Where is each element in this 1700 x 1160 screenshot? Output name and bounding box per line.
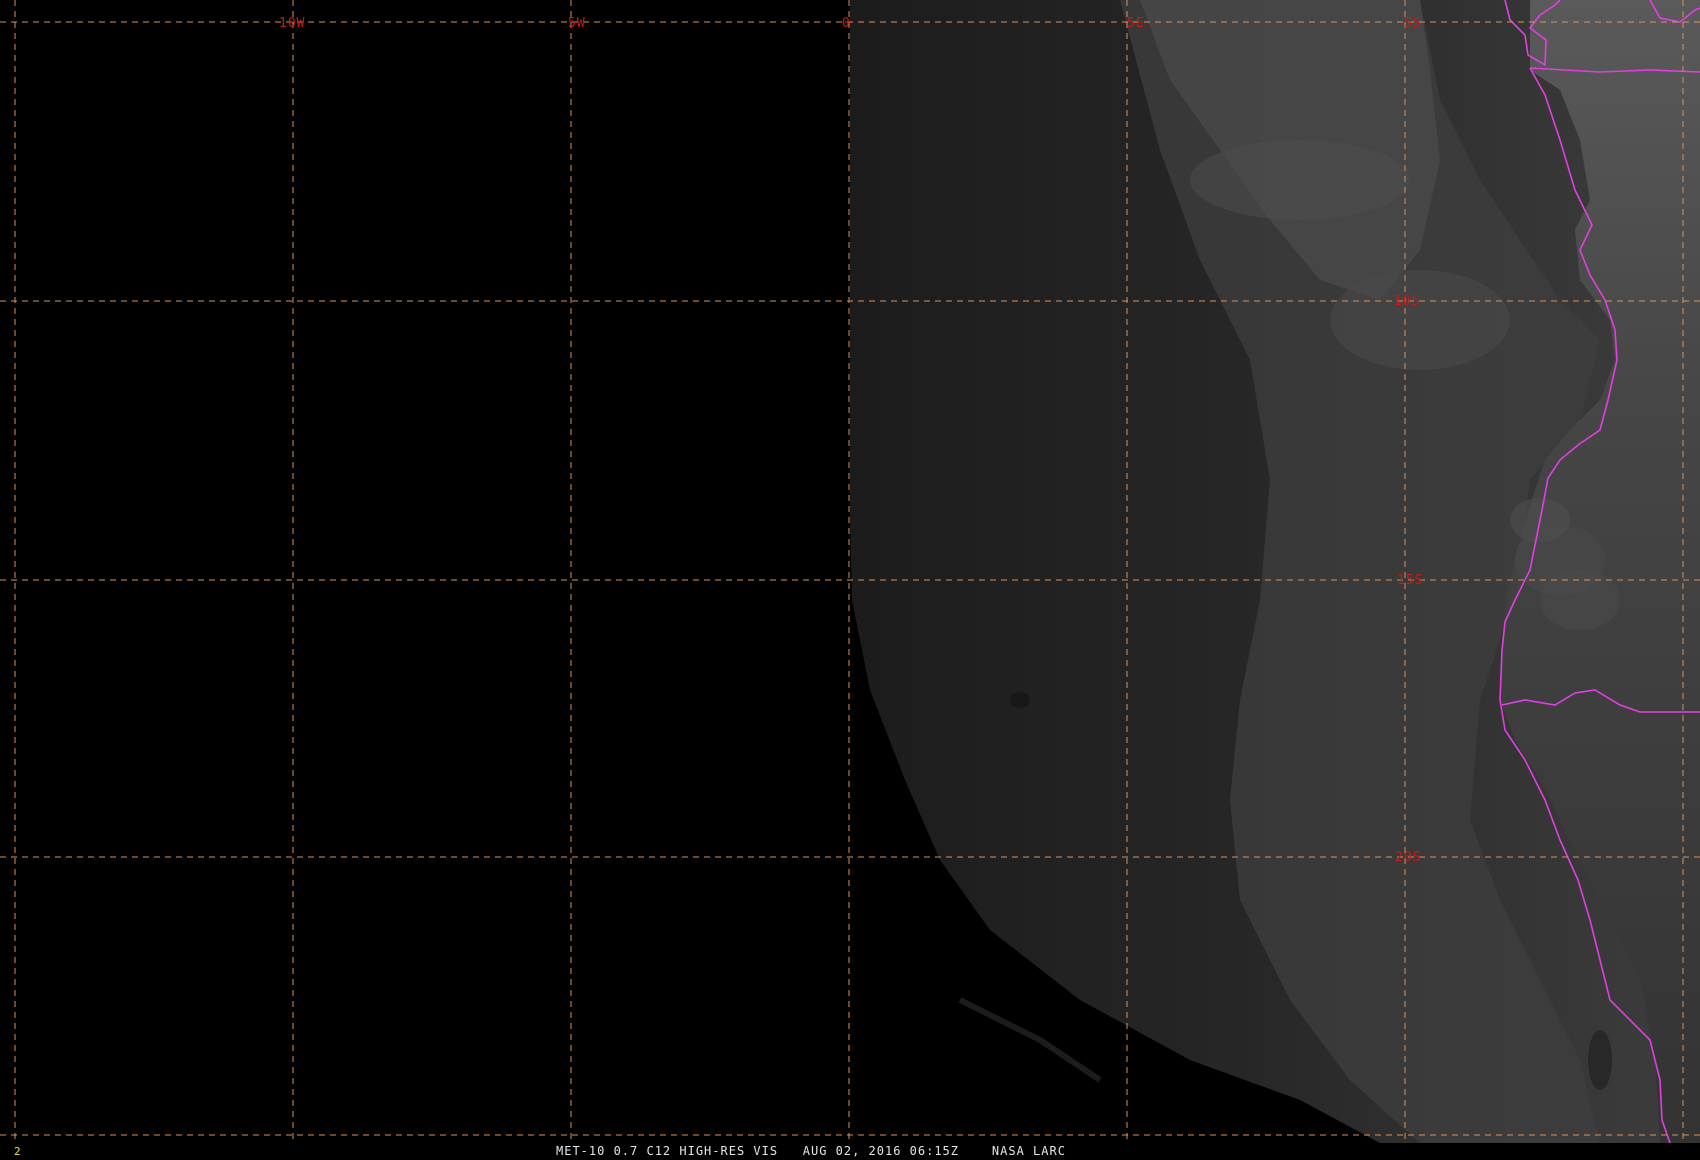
imagery-layer bbox=[0, 0, 1700, 1143]
dark-feature bbox=[1588, 1030, 1612, 1090]
lon-label-5e: 5E bbox=[1127, 16, 1145, 31]
night-side-ocean bbox=[0, 0, 850, 1143]
lon-label-5w: 5W bbox=[568, 16, 586, 31]
lat-label-20s: 20S bbox=[1395, 850, 1421, 865]
lat-label-10s: 10S bbox=[1394, 294, 1420, 309]
cloud-streak bbox=[958, 997, 1102, 1083]
cloud-patch bbox=[1190, 140, 1410, 220]
image-caption: MET-10 0.7 C12 HIGH-RES VIS AUG 02, 2016… bbox=[556, 1144, 1066, 1158]
frame-number: 2 bbox=[14, 1145, 22, 1158]
cloud-patch bbox=[1540, 570, 1620, 630]
lon-label-0: 0 bbox=[842, 16, 851, 31]
cloud-patch bbox=[1330, 270, 1510, 370]
lon-label-10w: 10W bbox=[279, 16, 305, 31]
lat-label-15s: 15S bbox=[1397, 573, 1423, 588]
satellite-image-viewer: 10W 5W 0 5E 5S 10S 15S 20S 2 MET-10 0.7 … bbox=[0, 0, 1700, 1160]
lat-label-5s: 5S bbox=[1404, 16, 1422, 31]
dark-feature bbox=[1010, 692, 1030, 708]
satellite-map: 10W 5W 0 5E 5S 10S 15S 20S bbox=[0, 0, 1700, 1144]
image-caption-bar: 2 MET-10 0.7 C12 HIGH-RES VIS AUG 02, 20… bbox=[0, 1143, 1700, 1160]
